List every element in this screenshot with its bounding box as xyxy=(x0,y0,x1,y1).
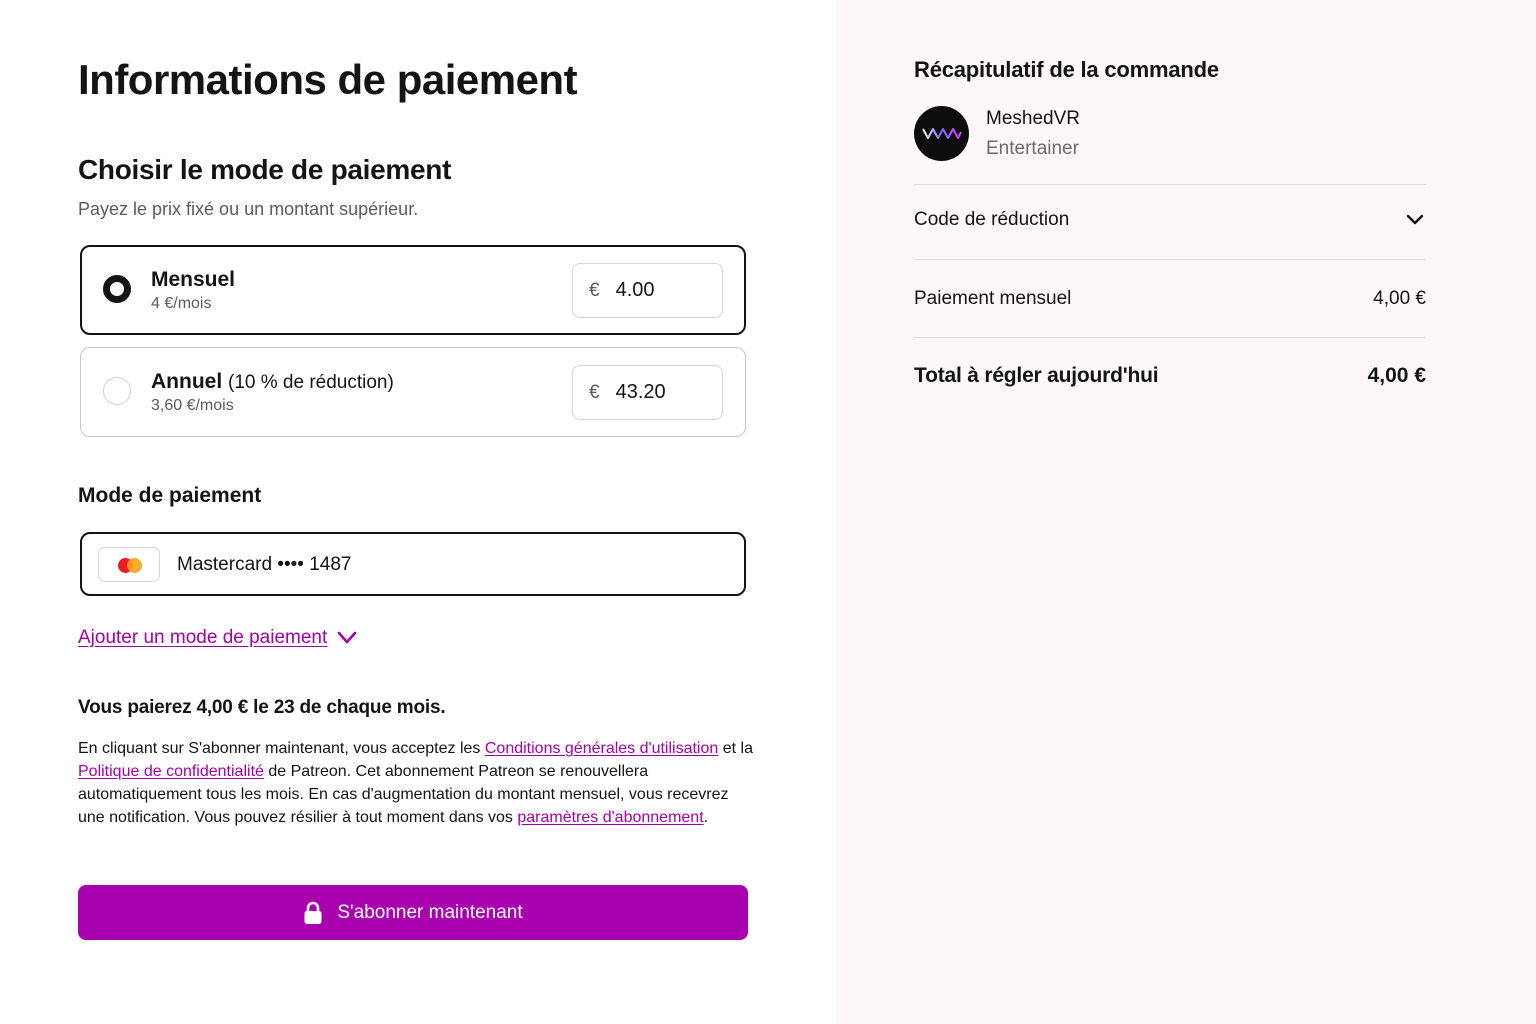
payment-panel: Informations de paiement Choisir le mode… xyxy=(0,0,836,1024)
subscribe-now-label: S'abonner maintenant xyxy=(337,901,523,923)
card-label: Mastercard •••• 1487 xyxy=(177,554,352,575)
radio-monthly[interactable] xyxy=(103,275,131,303)
terms-of-use-link[interactable]: Conditions générales d'utilisation xyxy=(485,740,718,757)
plan-discount-annual: (10 % de réduction) xyxy=(228,372,394,393)
amount-input-monthly[interactable] xyxy=(615,279,706,302)
plan-option-monthly[interactable]: Mensuel 4 €/mois € xyxy=(80,245,746,335)
order-summary-title: Récapitulatif de la commande xyxy=(914,57,1219,82)
currency-symbol: € xyxy=(589,279,600,301)
plan-price-annual: 3,60 €/mois xyxy=(151,397,234,414)
plan-option-annual[interactable]: Annuel (10 % de réduction) 3,60 €/mois € xyxy=(80,347,746,437)
monthly-payment-value: 4,00 € xyxy=(1373,288,1426,309)
creator-avatar xyxy=(914,106,969,161)
creator-role: Entertainer xyxy=(986,138,1079,159)
plan-name-annual: Annuel (10 % de réduction) xyxy=(151,370,394,394)
plan-name-monthly: Mensuel xyxy=(151,268,236,291)
plan-price-monthly: 4 €/mois xyxy=(151,295,212,312)
payment-method-title: Mode de paiement xyxy=(78,484,262,507)
mastercard-circle-orange xyxy=(127,558,142,573)
total-today-value: 4,00 € xyxy=(1367,364,1426,387)
mastercard-icon xyxy=(98,547,160,582)
subscription-settings-link[interactable]: paramètres d'abonnement xyxy=(517,809,703,826)
currency-symbol: € xyxy=(589,381,600,403)
monthly-payment-label: Paiement mensuel xyxy=(914,288,1072,309)
summary-divider xyxy=(914,259,1426,260)
add-payment-method-link[interactable]: Ajouter un mode de paiement xyxy=(78,627,357,649)
terms-text: En cliquant sur S'abonner maintenant, vo… xyxy=(78,737,758,829)
terms-text-part: et la xyxy=(718,740,753,757)
chevron-down-icon xyxy=(1406,214,1424,225)
lock-icon xyxy=(304,901,322,924)
privacy-policy-link[interactable]: Politique de confidentialité xyxy=(78,763,264,780)
add-payment-method-label[interactable]: Ajouter un mode de paiement xyxy=(78,627,327,649)
subscribe-now-button[interactable]: S'abonner maintenant xyxy=(78,885,748,940)
page-title: Informations de paiement xyxy=(78,56,578,103)
billing-note: Vous paierez 4,00 € le 23 de chaque mois… xyxy=(78,697,446,718)
chevron-down-icon xyxy=(337,631,357,644)
summary-divider xyxy=(914,337,1426,338)
amount-input-annual[interactable] xyxy=(615,381,706,404)
discount-code-toggle[interactable]: Code de réduction xyxy=(914,200,1426,244)
plan-section-title: Choisir le mode de paiement xyxy=(78,154,452,185)
saved-card-selector[interactable]: Mastercard •••• 1487 xyxy=(80,532,746,596)
amount-field-annual[interactable]: € xyxy=(572,365,723,420)
creator-name: MeshedVR xyxy=(986,108,1080,129)
summary-divider xyxy=(914,184,1426,185)
terms-text-part: . xyxy=(703,809,709,826)
amount-field-monthly[interactable]: € xyxy=(572,263,723,318)
discount-code-label: Code de réduction xyxy=(914,209,1070,230)
terms-text-part: En cliquant sur S'abonner maintenant, vo… xyxy=(78,740,485,757)
plan-section-subtitle: Payez le prix fixé ou un montant supérie… xyxy=(78,199,419,219)
total-today-label: Total à régler aujourd'hui xyxy=(914,364,1159,387)
meshedvr-logo-icon xyxy=(922,128,962,139)
plan-name-annual-text: Annuel xyxy=(151,370,223,393)
radio-annual[interactable] xyxy=(103,377,131,405)
